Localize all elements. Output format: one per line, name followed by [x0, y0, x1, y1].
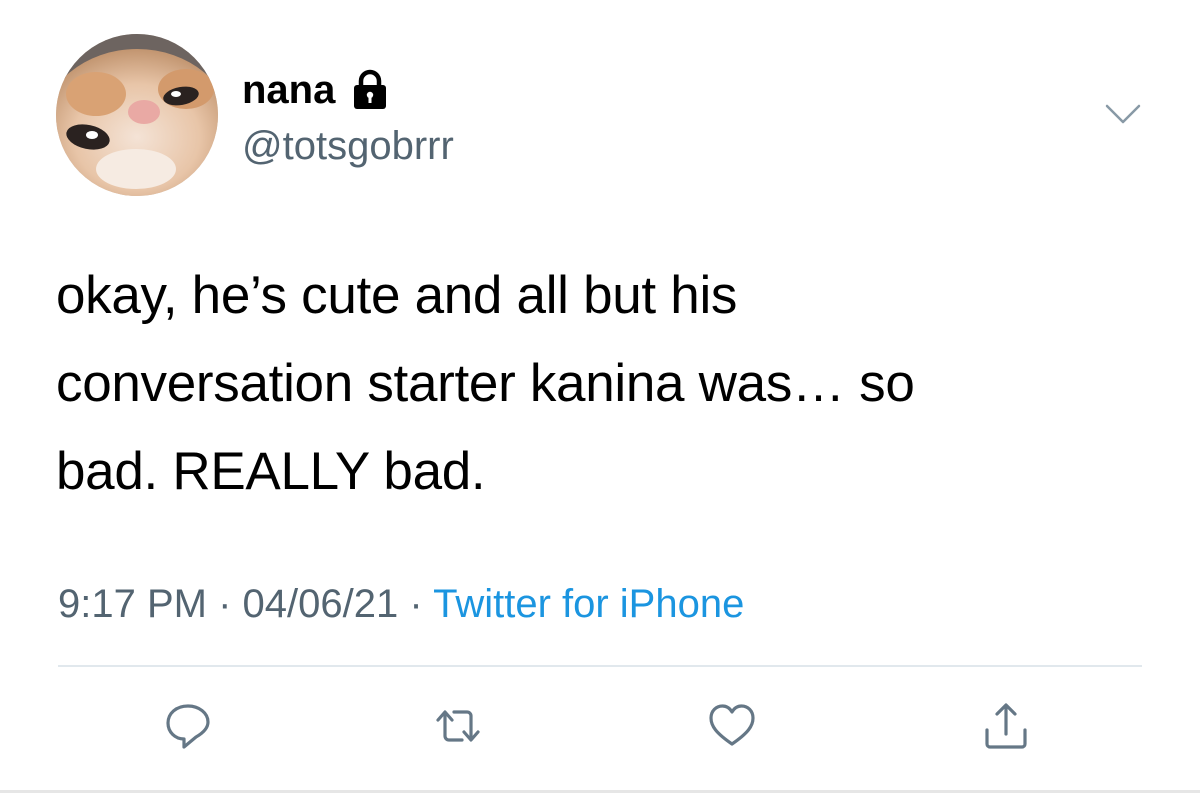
like-icon	[709, 704, 755, 746]
tweet-source-link[interactable]: Twitter for iPhone	[433, 582, 744, 626]
tweet-text: okay, he’s cute and all but his conversa…	[56, 252, 1156, 516]
meta-separator: ·	[409, 582, 423, 626]
tweet-meta: 9:17 PM · 04/06/21 · Twitter for iPhone	[58, 580, 744, 628]
display-name[interactable]: nana	[242, 66, 391, 114]
cat-avatar-image	[56, 34, 218, 196]
reply-icon	[166, 704, 210, 749]
tweet-line: okay, he’s cute and all but his	[56, 266, 738, 325]
share-button[interactable]	[980, 700, 1032, 752]
meta-separator: ·	[218, 582, 232, 626]
reply-button[interactable]	[162, 700, 214, 752]
tweet-time[interactable]: 9:17 PM	[58, 582, 207, 626]
tweet-line: bad. REALLY bad.	[56, 442, 486, 501]
like-button[interactable]	[706, 700, 758, 752]
lock-icon	[349, 69, 391, 111]
chevron-down-icon[interactable]	[1104, 102, 1142, 126]
user-handle[interactable]: @totsgobrrr	[242, 122, 454, 170]
retweet-button[interactable]	[432, 700, 484, 752]
share-icon	[985, 703, 1027, 749]
divider	[58, 665, 1142, 667]
display-name-text: nana	[242, 68, 336, 112]
avatar[interactable]	[56, 34, 218, 196]
tweet-date[interactable]: 04/06/21	[243, 582, 399, 626]
retweet-icon	[436, 710, 480, 742]
tweet-line: conversation starter kanina was… so	[56, 354, 915, 413]
